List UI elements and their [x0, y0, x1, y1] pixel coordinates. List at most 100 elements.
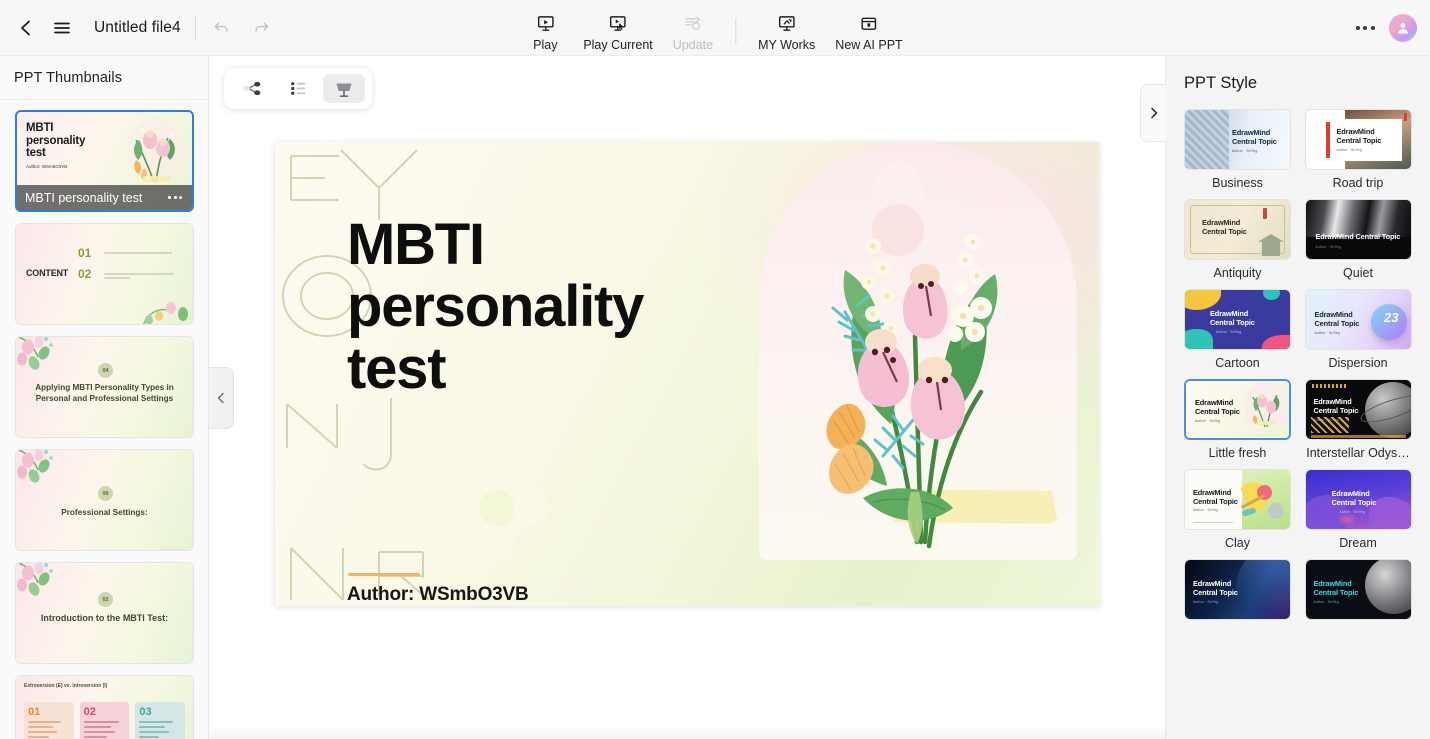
- title-underline: [348, 572, 420, 576]
- slide-title-line-1: MBTI: [347, 211, 485, 277]
- chevron-right-icon: [1150, 107, 1157, 119]
- more-options-icon: [1355, 25, 1375, 30]
- undo-button[interactable]: [204, 10, 240, 46]
- style-thumbnail: EdrawMind Central Topic: [1184, 199, 1291, 260]
- active-slide[interactable]: MBTI personality test Author: WSmbO3VB: [275, 141, 1099, 606]
- thumb-card: 03: [135, 702, 186, 739]
- slide-title-line-3: test: [347, 335, 447, 401]
- style-item-quiet[interactable]: EdrawMind Central Topic Author · SriYeg …: [1304, 199, 1413, 280]
- canvas-bottom-fade: [209, 725, 1165, 739]
- style-item-extra-2[interactable]: EdrawMind Central Topic Author · SriYeg: [1304, 559, 1413, 626]
- avatar[interactable]: [1389, 13, 1417, 42]
- thumb-heading: Introduction to the MBTI Test:: [40, 613, 169, 623]
- style-item-road-trip[interactable]: EdrawMind Central Topic Author · SriYeg …: [1304, 109, 1413, 190]
- my-works-button[interactable]: MY Works: [748, 8, 825, 56]
- corner-floral-icon: [17, 450, 53, 483]
- thumb-card: 02: [79, 702, 130, 739]
- style-item-extra-1[interactable]: EdrawMind Central Topic Author · SriYeg: [1184, 559, 1292, 626]
- slide-title[interactable]: MBTI personality test: [347, 211, 767, 401]
- slide-canvas-area: MBTI personality test Author: WSmbO3VB: [209, 56, 1165, 739]
- style-thumbnail: EdrawMind Central Topic Author · SriYeg: [1304, 559, 1412, 620]
- thumb-row-number: 01: [78, 246, 92, 260]
- redo-button[interactable]: [244, 10, 280, 46]
- new-ai-ppt-icon: [859, 13, 878, 35]
- play-current-button[interactable]: Play Current: [573, 8, 662, 56]
- thumb-row-number: 02: [78, 267, 92, 281]
- style-item-antiquity[interactable]: EdrawMind Central Topic Antiquity: [1184, 199, 1292, 280]
- thumbnails-panel: PPT Thumbnails MBTI personality test Aut…: [0, 56, 209, 739]
- thumb-row-line: [104, 273, 174, 275]
- style-item-business[interactable]: EdrawMind Central Topic Author · SriYeg …: [1184, 109, 1292, 190]
- header-divider: [194, 16, 196, 39]
- user-avatar-icon: [1398, 22, 1408, 34]
- style-item-clay[interactable]: EdrawMind Central Topic Author · SriYeg …: [1184, 469, 1292, 550]
- thumbnail-slide-2[interactable]: CONTENT 01 02: [15, 223, 194, 325]
- style-panel-title: PPT Style: [1184, 74, 1258, 92]
- thumbnails-collapse-handle[interactable]: [209, 366, 234, 429]
- back-button[interactable]: [8, 10, 44, 46]
- thumb-heading: Extroversion (E) vs. Introversion (I): [24, 683, 108, 689]
- corner-floral-icon: [17, 563, 53, 596]
- style-panel-collapse-handle[interactable]: [1140, 84, 1166, 142]
- update-refresh-icon: [683, 13, 702, 35]
- style-thumbnail: EdrawMind Central Topic Author · SriYeg: [1304, 199, 1412, 260]
- my-works-label: MY Works: [758, 37, 816, 52]
- style-label: Antiquity: [1213, 266, 1262, 280]
- style-thumbnail: EdrawMind Central Topic Author · SriYeg: [1304, 379, 1412, 440]
- slide-author[interactable]: Author: WSmbO3VB: [347, 584, 529, 606]
- outline-view-button[interactable]: [277, 74, 319, 103]
- undo-redo-group: [204, 10, 280, 46]
- style-item-interstellar-odyssey[interactable]: EdrawMind Central Topic Author · SriYeg …: [1304, 379, 1413, 460]
- document-title[interactable]: Untitled file4: [94, 19, 181, 37]
- update-button[interactable]: Update: [663, 8, 723, 56]
- mindmap-view-button[interactable]: [231, 74, 273, 103]
- style-item-little-fresh[interactable]: EdrawMind Central Topic Author · SriYeg …: [1184, 379, 1292, 460]
- thumb-badge: 04: [98, 363, 113, 378]
- style-badge: 23: [1384, 310, 1399, 325]
- decor-flower-small-icon: [444, 454, 550, 561]
- thumbnail-slide-6[interactable]: Extroversion (E) vs. Introversion (I) 01…: [15, 675, 194, 739]
- style-item-dream[interactable]: EdrawMind Central Topic Author · SriYeg …: [1304, 469, 1413, 550]
- menu-button[interactable]: [44, 10, 80, 46]
- app-header: Untitled file4 Play Play Current Update …: [0, 0, 1430, 56]
- thumb-card: 01: [24, 702, 74, 739]
- style-item-dispersion[interactable]: 23 EdrawMind Central Topic Author · SriY…: [1304, 289, 1413, 370]
- hamburger-menu-icon: [54, 22, 70, 33]
- presentation-screen-icon: [336, 83, 352, 97]
- style-label: Clay: [1224, 536, 1250, 550]
- bouquet-illustration[interactable]: [795, 224, 1039, 554]
- thumbnail-caption-text: MBTI personality test: [25, 190, 143, 205]
- thumbnail-more-icon[interactable]: [166, 193, 184, 202]
- thumb-badge: 06: [98, 486, 113, 501]
- style-thumbnail: EdrawMind Central Topic Author · SriYeg: [1184, 469, 1291, 530]
- thumbnail-slide-1[interactable]: MBTI personality test Author: WSmbO3VB M…: [15, 110, 194, 212]
- more-options-button[interactable]: [1347, 10, 1383, 46]
- play-button[interactable]: Play: [517, 8, 573, 56]
- play-label: Play: [533, 37, 558, 52]
- thumbnails-list: MBTI personality test Author: WSmbO3VB M…: [0, 100, 208, 739]
- thumb-card-group: 01 02 03: [24, 702, 186, 739]
- slide-view-button[interactable]: [323, 74, 365, 103]
- thumb-row-line: [104, 277, 130, 279]
- header-right-group: [1347, 10, 1430, 46]
- header-left-group: Untitled file4: [0, 10, 280, 46]
- my-works-icon: [777, 13, 796, 35]
- thumbnail-slide-4[interactable]: 06 Professional Settings:: [15, 449, 194, 551]
- style-thumbnail: 23 EdrawMind Central Topic Author · SriY…: [1304, 289, 1412, 350]
- undo-arrow-icon: [214, 22, 228, 32]
- thumb-row-line: [104, 252, 172, 254]
- thumbnail-slide-5[interactable]: 02 Introduction to the MBTI Test:: [15, 562, 194, 664]
- style-thumbnail: EdrawMind Central Topic Author · SriYeg: [1184, 289, 1291, 350]
- app-root: Untitled file4 Play Play Current Update …: [0, 0, 1430, 739]
- style-label: Cartoon: [1215, 356, 1260, 370]
- thumbnail-slide-3[interactable]: 04 Applying MBTI Personality Types in Pe…: [15, 336, 194, 438]
- thumbnails-panel-title: PPT Thumbnails: [0, 56, 208, 100]
- chevron-left-icon: [21, 20, 30, 35]
- play-current-label: Play Current: [583, 37, 653, 52]
- new-ai-ppt-button[interactable]: New AI PPT: [825, 8, 912, 56]
- header-toolbar: Play Play Current Update MY Works New AI…: [517, 0, 912, 56]
- style-thumbnail: EdrawMind Central Topic Author · SriYeg: [1184, 109, 1291, 170]
- style-item-cartoon[interactable]: EdrawMind Central Topic Author · SriYeg …: [1184, 289, 1292, 370]
- style-label: Road trip: [1332, 176, 1384, 190]
- outline-list-icon: [290, 82, 305, 95]
